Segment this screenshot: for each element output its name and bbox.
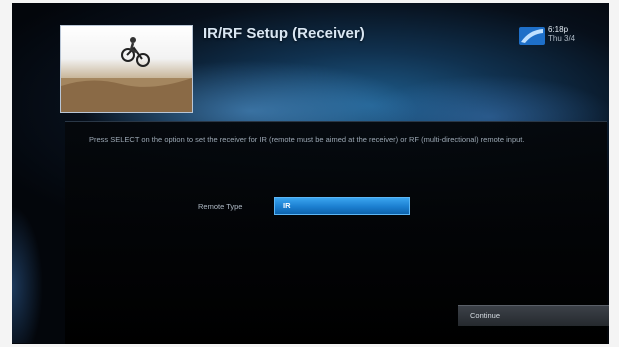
setup-panel: Press SELECT on the option to set the re… — [65, 121, 609, 344]
continue-button[interactable]: Continue — [458, 305, 609, 326]
tv-screen: IR/RF Setup (Receiver) 6:18p Thu 3/4 Pre… — [12, 3, 609, 344]
side-glow — [12, 153, 67, 343]
provider-logo-icon — [519, 27, 545, 45]
remote-type-selector[interactable]: IR — [274, 197, 410, 215]
page-title: IR/RF Setup (Receiver) — [203, 25, 365, 42]
clock-time: 6:18p — [548, 25, 569, 34]
continue-label: Continue — [470, 311, 501, 320]
remote-type-value: IR — [283, 201, 291, 210]
program-thumbnail — [60, 25, 193, 113]
instructions-text: Press SELECT on the option to set the re… — [89, 135, 525, 144]
clock-date: Thu 3/4 — [548, 34, 576, 43]
clock: 6:18p Thu 3/4 — [548, 25, 575, 43]
remote-type-label: Remote Type — [198, 202, 243, 211]
